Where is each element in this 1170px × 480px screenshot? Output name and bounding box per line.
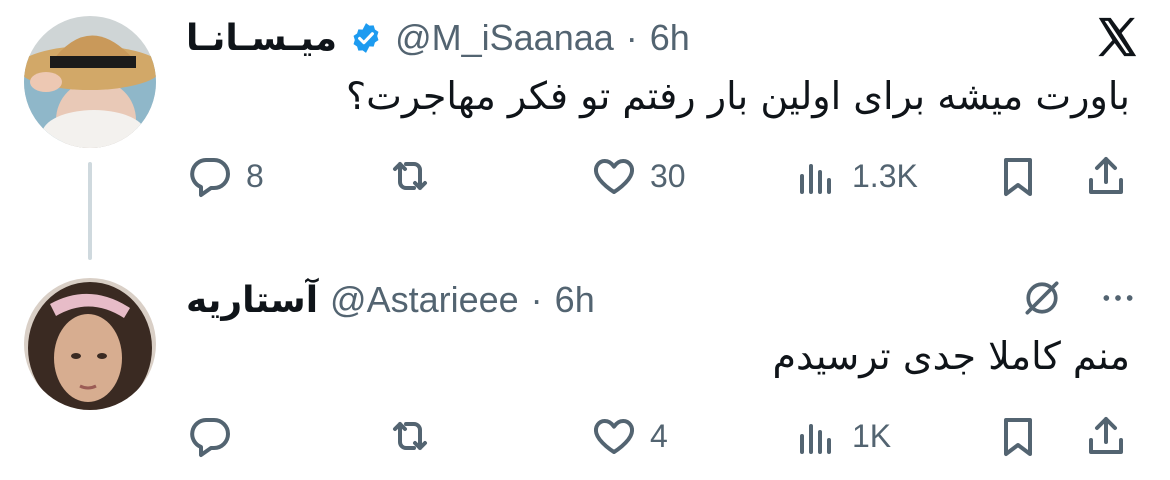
share-button[interactable] — [1082, 150, 1130, 202]
bookmark-icon — [1004, 158, 1032, 196]
tweet-text: باورت میشه برای اولین بار رفتم تو فکر مه… — [345, 74, 1130, 118]
handle[interactable]: @M_iSaanaa — [395, 17, 614, 59]
thread-line — [88, 162, 92, 260]
action-bar: 4 1K — [186, 410, 1136, 462]
views-icon — [800, 424, 831, 454]
like-button[interactable]: 4 — [590, 410, 668, 462]
reply-button[interactable]: 8 — [186, 150, 264, 202]
bookmark-button[interactable] — [994, 410, 1042, 462]
tweet-header: میـسـانـا @M_iSaanaa · 6h — [186, 8, 690, 68]
avatar-image — [24, 278, 156, 410]
like-count: 4 — [650, 417, 668, 454]
separator-dot: · — [625, 17, 638, 58]
action-bar: 8 30 1.3K — [186, 150, 1136, 202]
avatar[interactable] — [24, 278, 156, 410]
like-icon — [594, 159, 634, 194]
grok-icon[interactable] — [1020, 276, 1064, 320]
views-count: 1K — [852, 417, 892, 454]
tweet-1[interactable]: میـسـانـا @M_iSaanaa · 6h باورت میشه برا… — [0, 0, 1170, 260]
more-icon[interactable] — [1098, 278, 1138, 318]
views-button[interactable]: 1K — [792, 410, 891, 462]
display-name[interactable]: میـسـانـا — [186, 18, 337, 59]
views-count: 1.3K — [852, 157, 918, 194]
like-button[interactable]: 30 — [590, 150, 686, 202]
retweet-icon — [393, 162, 427, 190]
timestamp[interactable]: 6h — [555, 279, 595, 321]
views-button[interactable]: 1.3K — [792, 150, 918, 202]
avatar[interactable] — [24, 16, 156, 148]
retweet-icon — [393, 422, 427, 450]
handle[interactable]: @Astarieee — [330, 279, 519, 321]
share-button[interactable] — [1082, 410, 1130, 462]
tweet-header: آستاریه @Astarieee · 6h — [186, 270, 595, 330]
share-icon — [1089, 417, 1123, 454]
reply-icon — [190, 418, 230, 457]
like-icon — [594, 419, 634, 454]
like-count: 30 — [650, 157, 686, 194]
x-logo-icon — [1098, 17, 1137, 57]
reply-icon — [190, 158, 230, 197]
display-name[interactable]: آستاریه — [186, 280, 318, 321]
bookmark-button[interactable] — [994, 150, 1042, 202]
retweet-button[interactable] — [386, 150, 446, 202]
timestamp[interactable]: 6h — [650, 17, 690, 59]
retweet-button[interactable] — [386, 410, 446, 462]
tweet-text: منم کاملا جدی ترسیدم — [772, 334, 1130, 378]
share-icon — [1089, 157, 1123, 194]
reply-count: 8 — [246, 157, 264, 194]
reply-button[interactable] — [186, 410, 246, 462]
bookmark-icon — [1004, 418, 1032, 456]
verified-badge-icon — [353, 23, 379, 53]
tweet-2[interactable]: آستاریه @Astarieee · 6h منم کاملا جدی تر… — [0, 262, 1170, 480]
separator-dot: · — [530, 279, 543, 320]
views-icon — [800, 164, 831, 194]
avatar-image — [24, 16, 156, 148]
